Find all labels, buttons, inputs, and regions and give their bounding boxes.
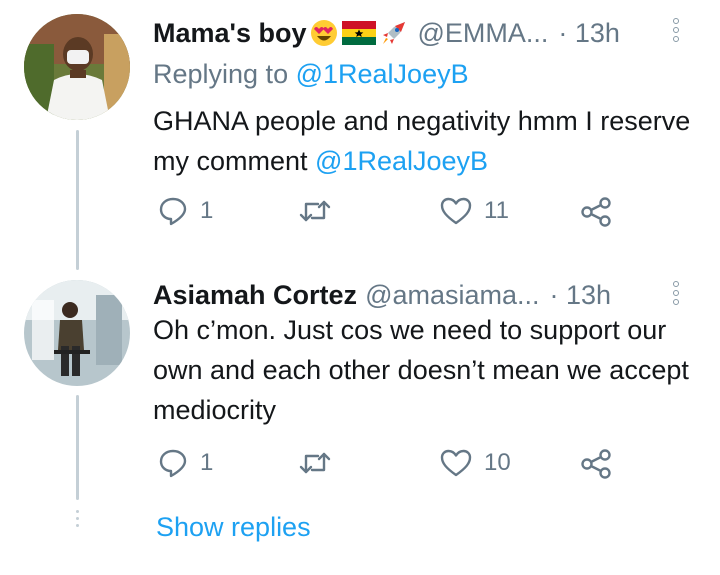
tweet-text: Oh c’mon. Just cos we need to support ou… — [153, 310, 693, 430]
reply-count: 1 — [200, 449, 214, 476]
timestamp[interactable]: · 13h — [558, 16, 620, 50]
mention-link[interactable]: @1RealJoeyB — [315, 146, 488, 176]
reply-button[interactable]: 1 — [158, 448, 213, 478]
reply-button[interactable]: 1 — [158, 196, 213, 226]
user-handle[interactable]: @EMMA... — [417, 16, 548, 50]
tweet-header: Asiamah Cortez @amasiama... · 13h — [153, 278, 611, 312]
rocket-emoji — [379, 18, 409, 48]
tweet-actions: 1 11 — [158, 196, 628, 236]
retweet-icon — [299, 200, 331, 222]
avatar[interactable] — [24, 14, 130, 120]
share-icon — [581, 197, 611, 227]
reply-count: 1 — [200, 197, 214, 224]
replying-handle-link[interactable]: @1RealJoeyB — [296, 59, 469, 89]
tweet-body: Oh c’mon. Just cos we need to support ou… — [153, 315, 689, 425]
replying-to: Replying to @1RealJoeyB — [153, 57, 469, 91]
like-icon — [440, 449, 472, 477]
retweet-button[interactable] — [298, 196, 344, 226]
replying-label: Replying to — [153, 59, 296, 89]
tweet-header: Mama's boy @EMMA... · 13h — [153, 16, 620, 50]
thread-line — [76, 395, 79, 500]
reply-icon — [159, 449, 187, 478]
share-icon — [581, 449, 611, 479]
timestamp[interactable]: · 13h — [550, 278, 612, 312]
user-handle[interactable]: @amasiama... — [365, 278, 539, 312]
smiling-face-heart-eyes-emoji — [309, 18, 339, 48]
share-button[interactable] — [580, 448, 612, 480]
like-count: 11 — [484, 197, 509, 224]
like-count: 10 — [484, 449, 511, 476]
tweet-text: GHANA people and negativity hmm I reserv… — [153, 101, 693, 181]
retweet-button[interactable] — [298, 448, 344, 478]
retweet-icon — [299, 452, 331, 474]
share-button[interactable] — [580, 196, 612, 228]
thread-dots — [74, 510, 80, 527]
show-replies-link[interactable]: Show replies — [156, 512, 311, 543]
avatar[interactable] — [24, 280, 130, 386]
reply-icon — [159, 197, 187, 226]
more-options-icon[interactable] — [673, 18, 679, 42]
like-button[interactable]: 10 — [440, 448, 511, 478]
display-name[interactable]: Asiamah Cortez — [153, 278, 357, 312]
like-button[interactable]: 11 — [440, 196, 509, 226]
thread-line — [76, 130, 79, 270]
more-options-icon[interactable] — [673, 281, 679, 305]
like-icon — [440, 197, 472, 225]
display-name[interactable]: Mama's boy — [153, 16, 306, 50]
ghana-flag-emoji — [342, 21, 377, 45]
tweet-actions: 1 10 — [158, 448, 628, 488]
